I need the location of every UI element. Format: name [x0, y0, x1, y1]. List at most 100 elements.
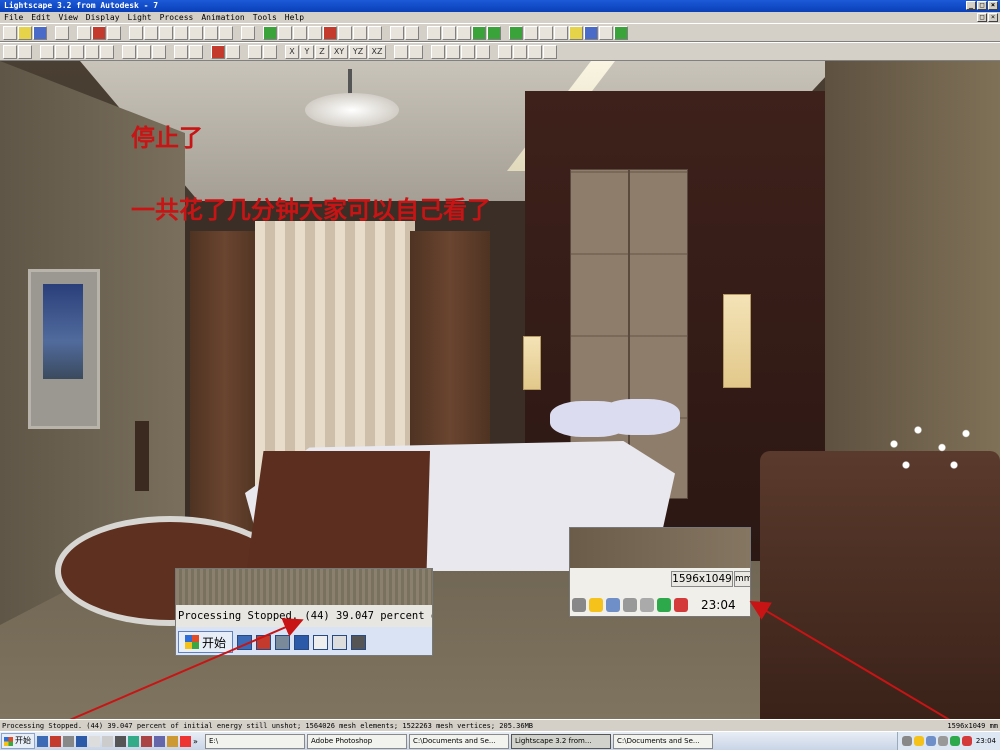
rotate-icon[interactable] [241, 25, 255, 40]
light-icon[interactable] [476, 44, 490, 59]
menu-animation[interactable]: Animation [201, 12, 244, 23]
xy-plane-icon[interactable]: XY [330, 44, 348, 59]
doc-restore-button[interactable]: □ [977, 13, 987, 22]
pointer-icon[interactable] [3, 44, 17, 59]
ie-icon[interactable] [37, 735, 48, 747]
doc-close-button[interactable]: × [988, 13, 998, 22]
layer-d-icon[interactable] [498, 44, 512, 59]
view-b-icon[interactable] [159, 25, 173, 40]
menu-edit[interactable]: Edit [31, 12, 50, 23]
quicklaunch-icon[interactable] [180, 735, 191, 747]
z-axis-icon[interactable]: Z [315, 44, 329, 59]
menu-display[interactable]: Display [86, 12, 120, 23]
align-b-icon[interactable] [409, 44, 423, 59]
xz-plane-icon[interactable]: XZ [368, 44, 386, 59]
move-view-icon[interactable] [323, 25, 337, 40]
select-a-icon[interactable] [40, 44, 54, 59]
quicklaunch-icon[interactable] [102, 735, 113, 747]
quicklaunch-icon[interactable] [89, 735, 100, 747]
undo-icon[interactable] [55, 25, 69, 40]
task-button[interactable]: E:\ [205, 733, 305, 749]
material-icon[interactable] [569, 25, 583, 40]
help-icon[interactable] [92, 25, 106, 40]
fly-icon[interactable] [353, 25, 367, 40]
person-b-icon[interactable] [446, 44, 460, 59]
layer-f-icon[interactable] [528, 44, 542, 59]
snap-b-icon[interactable] [263, 44, 277, 59]
zoom-icon[interactable] [293, 25, 307, 40]
texture-icon[interactable] [599, 25, 613, 40]
menu-file[interactable]: File [4, 12, 23, 23]
view-f-icon[interactable] [219, 25, 233, 40]
scale-icon[interactable] [137, 44, 151, 59]
quicklaunch-icon[interactable] [50, 735, 61, 747]
minimize-button[interactable]: _ [966, 1, 976, 10]
view-c-icon[interactable] [174, 25, 188, 40]
y-axis-icon[interactable]: Y [300, 44, 314, 59]
paste-icon[interactable] [189, 44, 203, 59]
save-icon[interactable] [33, 25, 47, 40]
maximize-button[interactable]: □ [977, 1, 987, 10]
quicklaunch-icon[interactable] [128, 735, 139, 747]
task-button[interactable]: C:\Documents and Se... [613, 733, 713, 749]
wand-icon[interactable] [554, 25, 568, 40]
select-c-icon[interactable] [70, 44, 84, 59]
cube-icon[interactable] [472, 25, 486, 40]
cube-shaded-icon[interactable] [487, 25, 501, 40]
chevron-right-icon[interactable]: » [193, 737, 203, 746]
add-icon[interactable] [211, 44, 225, 59]
quicklaunch-icon[interactable] [76, 735, 87, 747]
rotate-object-icon[interactable] [152, 44, 166, 59]
layer-g-icon[interactable] [543, 44, 557, 59]
select-e-icon[interactable] [100, 44, 114, 59]
new-icon[interactable] [3, 25, 17, 40]
display-a-icon[interactable] [427, 25, 441, 40]
align-a-icon[interactable] [394, 44, 408, 59]
task-button[interactable]: C:\Documents and Se... [409, 733, 509, 749]
copy-icon[interactable] [174, 44, 188, 59]
camera-icon[interactable] [368, 25, 382, 40]
print-icon[interactable] [77, 25, 91, 40]
layer-c-icon[interactable] [539, 25, 553, 40]
quicklaunch-icon[interactable] [115, 735, 126, 747]
select-b-icon[interactable] [55, 44, 69, 59]
x-axis-icon[interactable]: X [285, 44, 299, 59]
delete-icon[interactable] [226, 44, 240, 59]
start-button[interactable]: 开始 [1, 733, 35, 749]
network-icon[interactable] [925, 736, 936, 746]
render-icon[interactable] [390, 25, 404, 40]
person-a-icon[interactable] [431, 44, 445, 59]
select-object-icon[interactable] [18, 44, 32, 59]
block-icon[interactable] [614, 25, 628, 40]
pan-icon[interactable] [278, 25, 292, 40]
printer-icon[interactable] [901, 736, 912, 746]
display-b-icon[interactable] [442, 25, 456, 40]
open-icon[interactable] [18, 25, 32, 40]
task-button-active[interactable]: Lightscape 3.2 from... [511, 733, 611, 749]
shield-icon[interactable] [949, 736, 960, 746]
menu-view[interactable]: View [59, 12, 78, 23]
view-a-icon[interactable] [144, 25, 158, 40]
yz-plane-icon[interactable]: YZ [349, 44, 367, 59]
menu-process[interactable]: Process [160, 12, 194, 23]
select-icon[interactable] [129, 25, 143, 40]
view-d-icon[interactable] [189, 25, 203, 40]
menu-tools[interactable]: Tools [253, 12, 277, 23]
menu-light[interactable]: Light [128, 12, 152, 23]
task-button[interactable]: Adobe Photoshop [307, 733, 407, 749]
menu-help[interactable]: Help [285, 12, 304, 23]
orbit-icon[interactable] [263, 25, 277, 40]
person-c-icon[interactable] [461, 44, 475, 59]
close-button[interactable]: × [988, 1, 998, 10]
quicklaunch-icon[interactable] [63, 735, 74, 747]
walk-icon[interactable] [338, 25, 352, 40]
move-icon[interactable] [122, 44, 136, 59]
qq-icon[interactable] [913, 736, 924, 746]
quicklaunch-icon[interactable] [154, 735, 165, 747]
render-viewport[interactable]: 停止了 一共花了几分钟大家可以自己看了 [0, 61, 1000, 719]
image-icon[interactable] [405, 25, 419, 40]
globe-icon[interactable] [584, 25, 598, 40]
view-e-icon[interactable] [204, 25, 218, 40]
snap-icon[interactable] [248, 44, 262, 59]
quicklaunch-icon[interactable] [167, 735, 178, 747]
